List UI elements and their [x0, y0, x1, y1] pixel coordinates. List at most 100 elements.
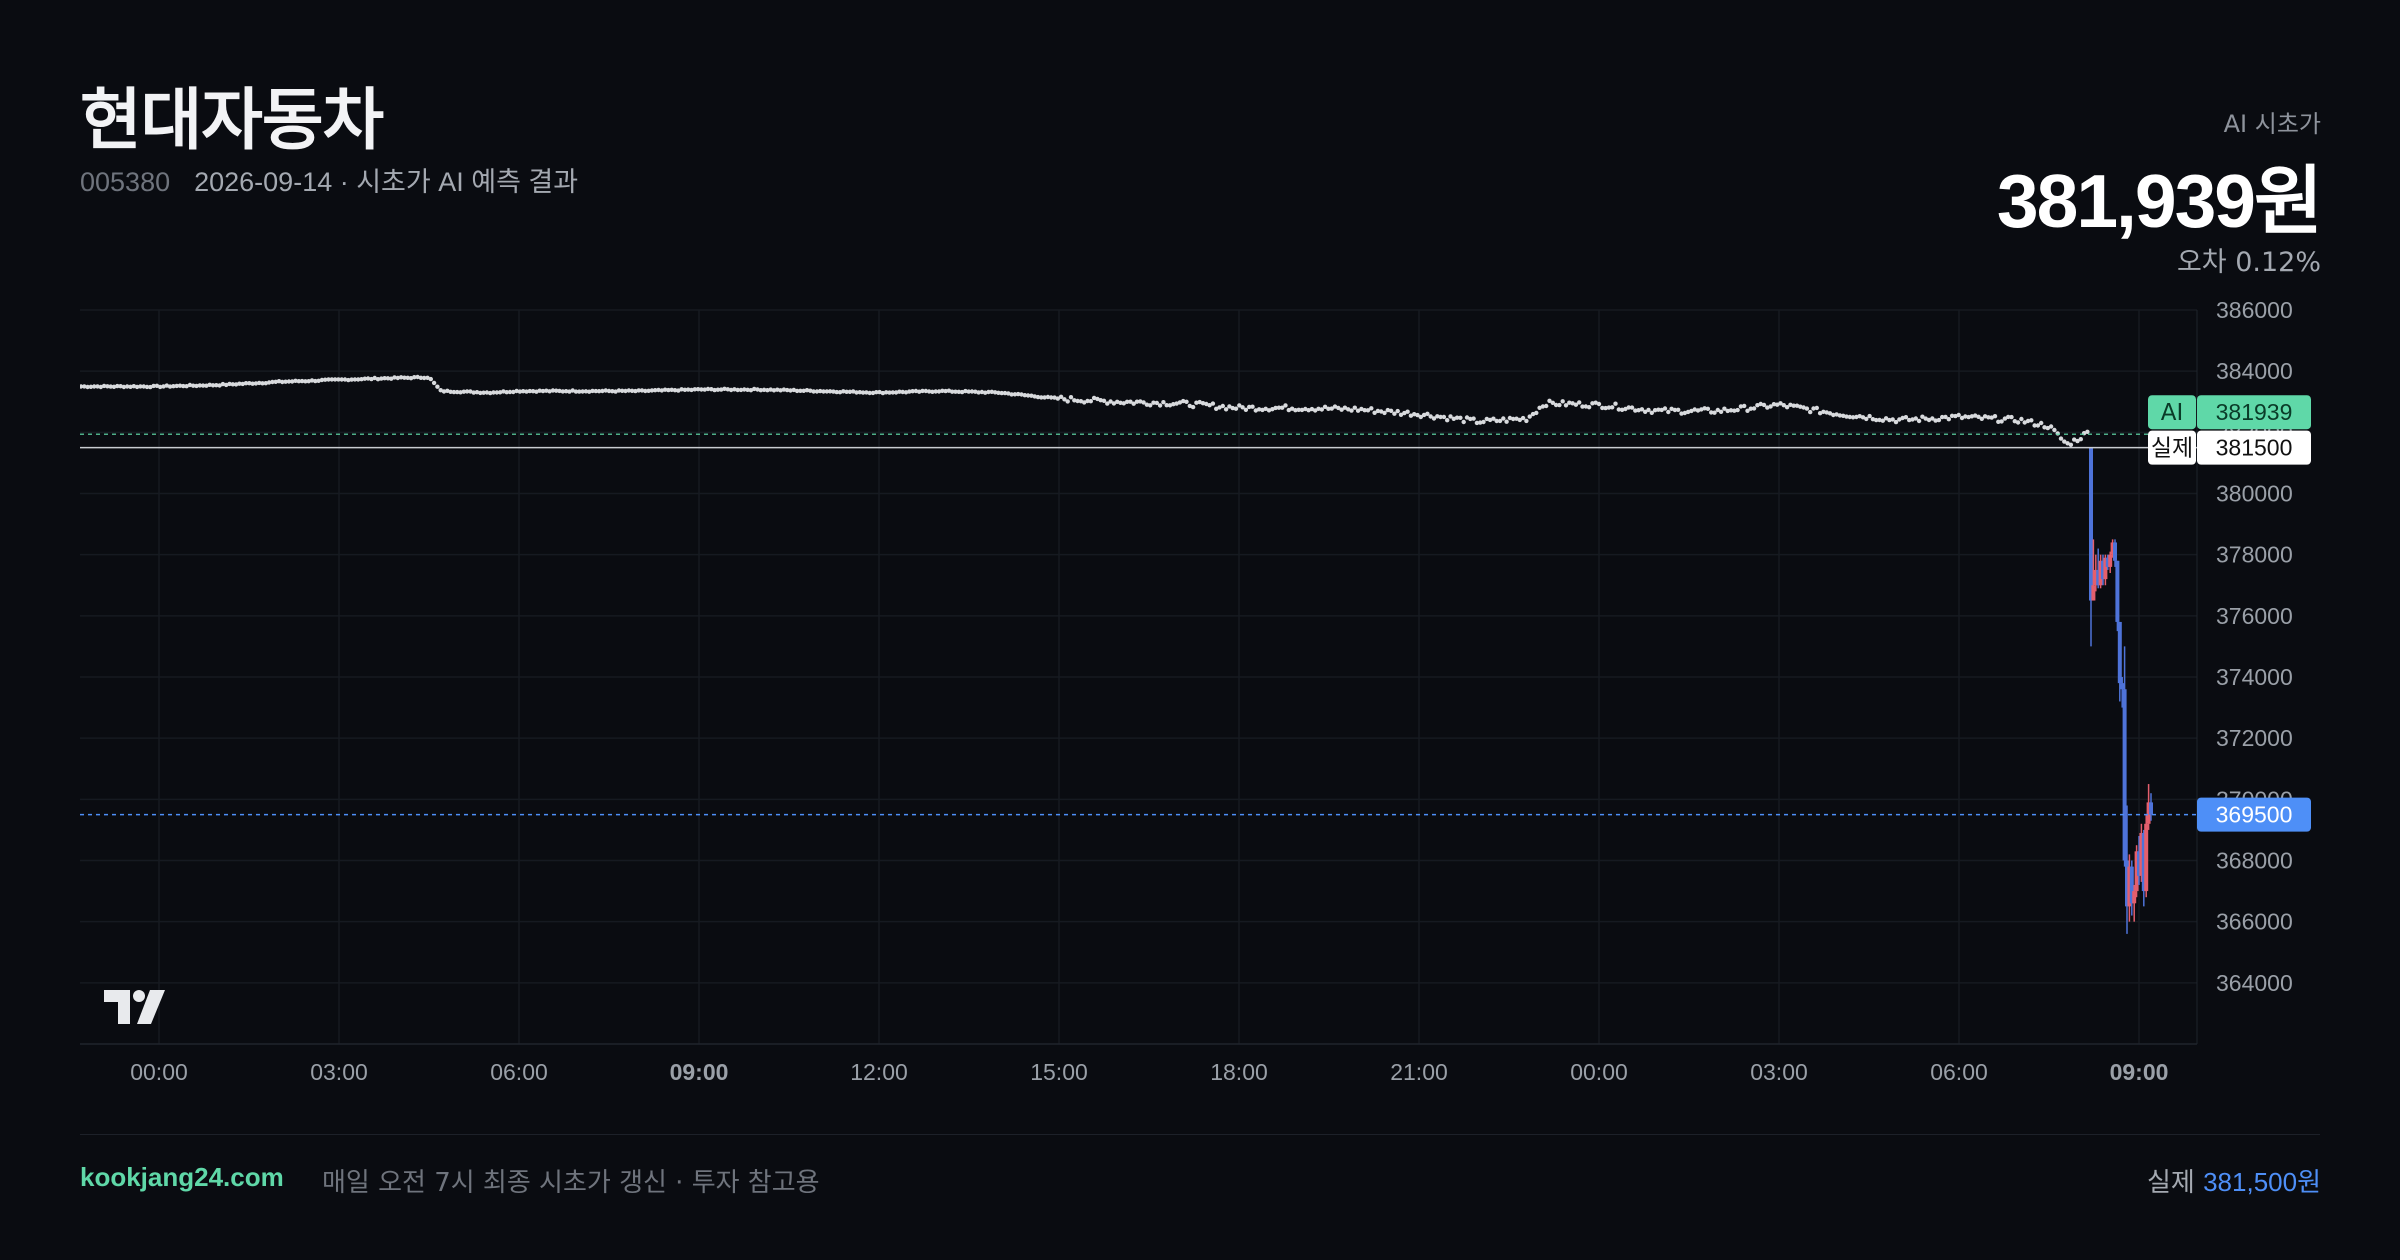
prediction-dot [2068, 442, 2074, 447]
price-chart[interactable]: 3860003840003820003800003780003760003740… [0, 0, 2400, 1260]
tradingview-logo-icon [104, 990, 165, 1024]
x-tick-label: 21:00 [1390, 1059, 1448, 1085]
ai-tag-value: 381939 [2216, 399, 2293, 425]
prediction-dot [1283, 403, 1288, 408]
x-axis: 00:00 03:00 06:00 09:00 12:00 15:00 18:00 21:00… [130, 1059, 2168, 1085]
prediction-dot [435, 384, 440, 389]
prediction-dot [1471, 416, 1476, 421]
candle-body [2144, 823, 2149, 892]
candle-body [2115, 560, 2120, 622]
prediction-dot [1936, 417, 1942, 423]
actual-tag-value: 381500 [2216, 435, 2293, 461]
prediction-dot [1662, 406, 1668, 411]
logo-part-t [104, 990, 130, 1024]
x-tick-label: 03:00 [310, 1059, 368, 1085]
prediction-dot [1804, 406, 1810, 411]
prediction-dot [1629, 405, 1635, 410]
prediction-dot [1458, 415, 1463, 420]
prediction-dot [1223, 407, 1229, 412]
prediction-dot [1946, 417, 1952, 422]
x-tick-label: 00:00 [130, 1059, 188, 1085]
last-price-tag-value: 369500 [2216, 802, 2293, 828]
prediction-dot [1504, 419, 1509, 424]
y-tick-label: 366000 [2216, 909, 2293, 935]
ai-tag-label: AI [2161, 400, 2184, 426]
prediction-dot [1210, 401, 1216, 406]
candle-body [2120, 683, 2125, 690]
prediction-dot [2052, 427, 2057, 433]
prediction-dot [1586, 405, 1592, 410]
prediction-dot [1557, 402, 1562, 408]
x-tick-label: 00:00 [1570, 1059, 1628, 1085]
y-tick-label: 380000 [2216, 481, 2293, 507]
prediction-dot [1735, 407, 1740, 413]
prediction-dot [1596, 401, 1602, 407]
x-tick-label: 06:00 [1930, 1059, 1988, 1085]
actual-value: 381,500원 [2203, 1167, 2321, 1197]
reference-lines [80, 433, 2197, 816]
x-tick-label: 15:00 [1030, 1059, 1088, 1085]
prediction-dot [1233, 406, 1239, 411]
x-tick-label: 18:00 [1210, 1059, 1268, 1085]
x-tick-label: 12:00 [850, 1059, 908, 1085]
candle-body [2091, 585, 2096, 601]
prediction-dot [1705, 406, 1711, 411]
prediction-dot [2085, 429, 2090, 434]
prediction-dot [1544, 403, 1549, 409]
y-tick-label: 374000 [2216, 664, 2293, 690]
y-tick-label: 368000 [2216, 848, 2293, 874]
prediction-dot [1534, 410, 1539, 416]
site-link[interactable]: kookjang24.com [80, 1162, 284, 1193]
y-tick-label: 372000 [2216, 725, 2293, 751]
prediction-dot [2048, 424, 2054, 429]
footer-divider [80, 1134, 2320, 1135]
prediction-dot [1646, 407, 1651, 413]
candle-body [2149, 802, 2153, 815]
prediction-dot [1903, 415, 1909, 420]
candle-body [2089, 447, 2093, 601]
prediction-dot [2029, 418, 2034, 423]
prediction-dot [428, 376, 433, 382]
prediction-dot [1867, 413, 1872, 419]
candle-body [2117, 621, 2122, 684]
prediction-dot [1992, 414, 1998, 419]
logo-part-dot [133, 990, 145, 1002]
prediction-dot [1349, 408, 1354, 413]
candle-body [2132, 891, 2137, 904]
prediction-dot [1808, 409, 1813, 415]
prediction-dot [1190, 404, 1196, 410]
prediction-dot [1395, 408, 1400, 414]
prediction-dot [1065, 399, 1070, 404]
prediction-dot [1718, 409, 1724, 414]
y-tick-label: 364000 [2216, 970, 2293, 996]
actual-tag-label: 실제 [2151, 436, 2193, 462]
prediction-dot [1742, 403, 1747, 409]
prediction-dot [1445, 418, 1450, 423]
prediction-dot [1352, 405, 1358, 410]
candle-body [2113, 542, 2117, 561]
prediction-dot [1501, 416, 1506, 421]
prediction-dot [2078, 437, 2083, 442]
candle-body [2122, 689, 2127, 861]
x-tick-label: 06:00 [490, 1059, 548, 1085]
prediction-dot [1751, 406, 1757, 411]
prediction-dot [1461, 419, 1466, 425]
prediction-dot [1916, 418, 1922, 424]
prediction-dot-series [80, 374, 2090, 447]
prediction-dot [2058, 436, 2064, 441]
prediction-dot [1250, 404, 1255, 409]
y-tick-label: 378000 [2216, 542, 2293, 568]
prediction-dot [2019, 416, 2024, 422]
x-tick-label: 03:00 [1750, 1059, 1808, 1085]
prediction-dot [1220, 403, 1226, 409]
prediction-dot [1161, 400, 1166, 405]
prediction-dot [1405, 409, 1410, 414]
prediction-dot [2009, 414, 2014, 420]
prediction-dot [1613, 401, 1618, 406]
prediction-dot [2015, 420, 2021, 425]
prediction-dot [2039, 420, 2044, 426]
prediction-dot [1956, 412, 1961, 418]
y-tick-label: 384000 [2216, 358, 2293, 384]
prediction-dot [1157, 403, 1163, 408]
prediction-dot [1088, 399, 1094, 404]
